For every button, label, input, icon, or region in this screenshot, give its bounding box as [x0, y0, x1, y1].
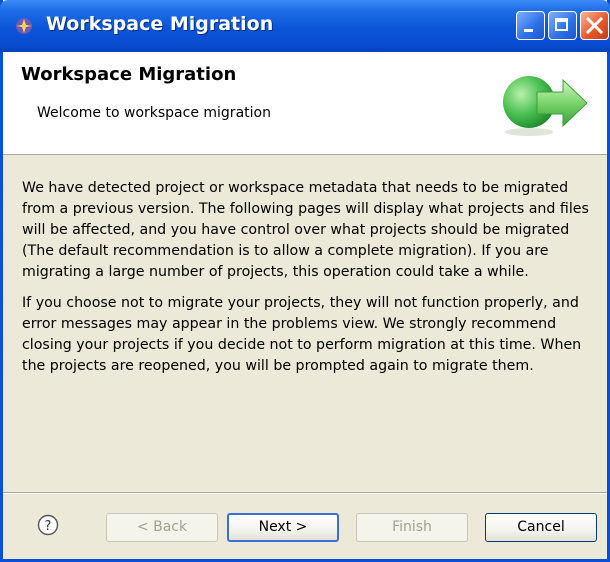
migration-message: We have detected project or workspace me… — [22, 178, 592, 387]
arrow-right-icon — [503, 76, 588, 136]
help-icon[interactable]: ? — [37, 514, 59, 536]
next-button[interactable]: Next > — [227, 513, 339, 542]
page-description: Welcome to workspace migration — [37, 105, 271, 121]
minimize-icon — [524, 29, 533, 32]
message-paragraph-1: We have detected project or workspace me… — [22, 180, 589, 280]
cancel-button[interactable]: Cancel — [485, 513, 597, 542]
back-button[interactable]: < Back — [106, 513, 218, 542]
footer-divider — [3, 492, 607, 494]
wizard-header: Workspace Migration Welcome to workspace… — [3, 52, 607, 155]
window-title: Workspace Migration — [46, 13, 274, 35]
page-title: Workspace Migration — [21, 64, 237, 85]
finish-button[interactable]: Finish — [356, 513, 468, 542]
title-bar[interactable]: Workspace Migration — [0, 0, 610, 52]
close-button[interactable] — [580, 11, 609, 40]
close-icon — [585, 16, 604, 35]
workspace-migration-dialog: Workspace Migration Workspace Migration … — [0, 0, 610, 562]
svg-text:?: ? — [45, 519, 52, 534]
maximize-button[interactable] — [548, 11, 577, 40]
message-paragraph-2: If you choose not to migrate your projec… — [22, 295, 582, 374]
minimize-button[interactable] — [516, 11, 545, 40]
maximize-icon — [555, 18, 568, 31]
eclipse-app-icon — [16, 18, 32, 34]
